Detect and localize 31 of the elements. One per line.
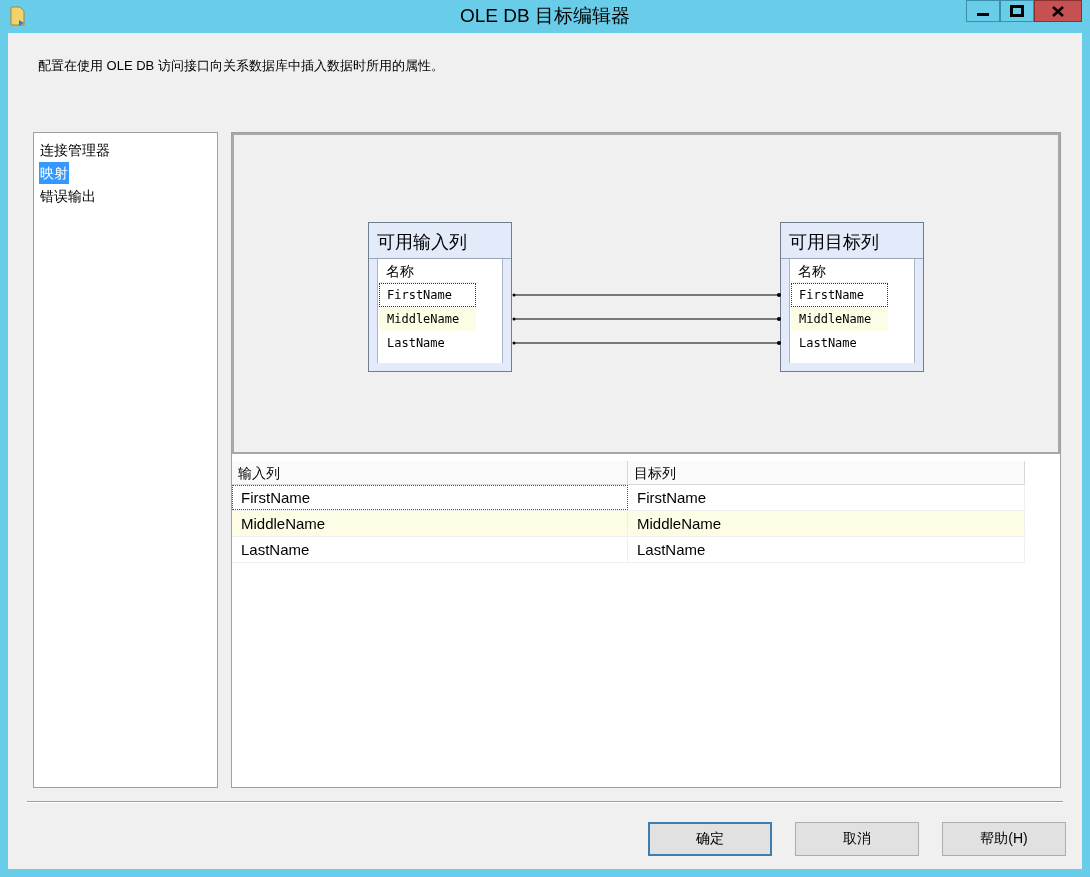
box-title: 可用目标列 [781, 222, 923, 259]
column-item[interactable]: FirstName [379, 282, 476, 307]
dialog-button[interactable]: 取消 [795, 821, 919, 856]
mapping-line[interactable] [512, 316, 781, 321]
table-cell[interactable]: LastName [232, 536, 628, 562]
box-title: 可用输入列 [369, 222, 511, 259]
description-text: 配置在使用 OLE DB 访问接口向关系数据库中插入数据时所用的属性。 [38, 57, 445, 75]
maximize-icon [1010, 5, 1024, 17]
table-cell[interactable]: MiddleName [628, 510, 1025, 536]
minimize-button[interactable] [966, 0, 1000, 22]
mapping-line[interactable] [512, 340, 781, 345]
maximize-button[interactable] [1000, 0, 1034, 22]
column-item[interactable]: FirstName [791, 282, 888, 307]
dialog-button[interactable]: 确定 [648, 821, 772, 856]
table-cell[interactable]: FirstName [628, 484, 1025, 510]
table-cell[interactable]: LastName [628, 536, 1025, 562]
sidebar-item[interactable]: 错误输出 [39, 183, 97, 208]
minimize-icon [977, 13, 989, 16]
close-icon [1052, 5, 1064, 17]
mapping-line[interactable] [512, 292, 781, 297]
column-header[interactable]: 目标列 [628, 460, 1025, 484]
column-header[interactable]: 输入列 [232, 460, 628, 484]
sidebar-item[interactable]: 连接管理器 [39, 137, 111, 162]
table-cell[interactable]: MiddleName [232, 510, 628, 536]
app-icon [9, 6, 27, 26]
close-button[interactable] [1034, 0, 1082, 22]
column-item[interactable]: MiddleName [791, 306, 888, 331]
window-title: OLE DB 目标编辑器 [460, 4, 630, 29]
dialog-button[interactable]: 帮助(H) [942, 821, 1066, 856]
column-item[interactable]: MiddleName [379, 306, 476, 331]
table-cell[interactable]: FirstName [232, 484, 628, 510]
